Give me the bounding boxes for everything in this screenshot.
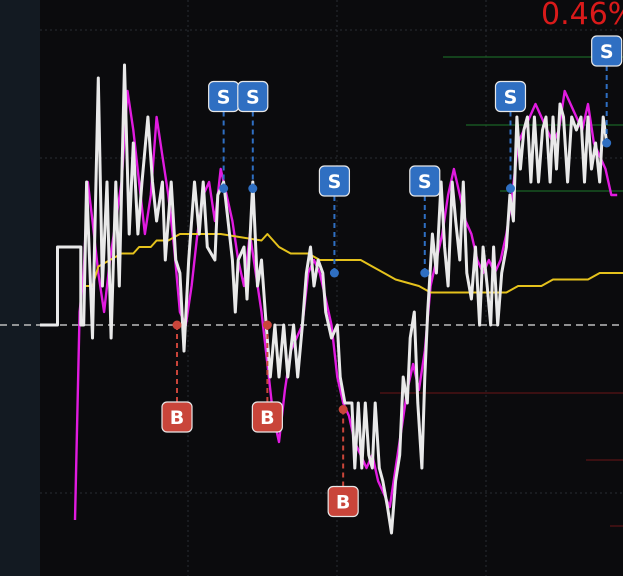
sell-marker-badge-label: S [217, 87, 231, 109]
buy-marker-badge: B [251, 401, 283, 433]
buy-marker-dot [262, 320, 272, 330]
sell-marker-badge-label: S [246, 87, 260, 109]
buy-marker-badge: B [161, 401, 193, 433]
sell-marker-badge: S [494, 80, 527, 113]
sell-marker-dot [329, 268, 339, 278]
percent-change-label: 0.46% [541, 0, 623, 32]
sell-marker-badge: S [409, 165, 441, 197]
sell-marker-dot [219, 184, 229, 193]
sell-marker-badge: S [237, 80, 269, 113]
buy-marker-badge-label: B [260, 407, 274, 429]
sell-marker-badge: S [208, 80, 240, 113]
trading-chart[interactable]: BBBSSSSSS 0.46% [0, 0, 623, 576]
sell-marker-dot [505, 184, 515, 193]
left-axis-panel [0, 0, 40, 576]
sell-marker-badge: S [318, 165, 351, 197]
sell-marker-badge-label: S [600, 41, 614, 63]
series-lines [40, 63, 623, 535]
buy-marker-dot [172, 320, 182, 330]
sell-marker-badge-label: S [418, 171, 432, 193]
chart-canvas[interactable]: BBBSSSSSS 0.46% [0, 0, 623, 576]
buy-marker-badge-label: B [336, 492, 350, 514]
buy-marker-badge: B [327, 485, 359, 518]
sell-marker-dot [602, 138, 612, 148]
sell-marker-badge: S [591, 35, 623, 67]
sell-marker-dot [248, 184, 258, 193]
sell-marker-dot [420, 268, 430, 278]
sell-marker-badge-label: S [504, 87, 518, 109]
buy-marker-dot [338, 405, 348, 414]
sell-marker-badge-label: S [328, 171, 342, 193]
buy-marker-badge-label: B [170, 407, 184, 429]
